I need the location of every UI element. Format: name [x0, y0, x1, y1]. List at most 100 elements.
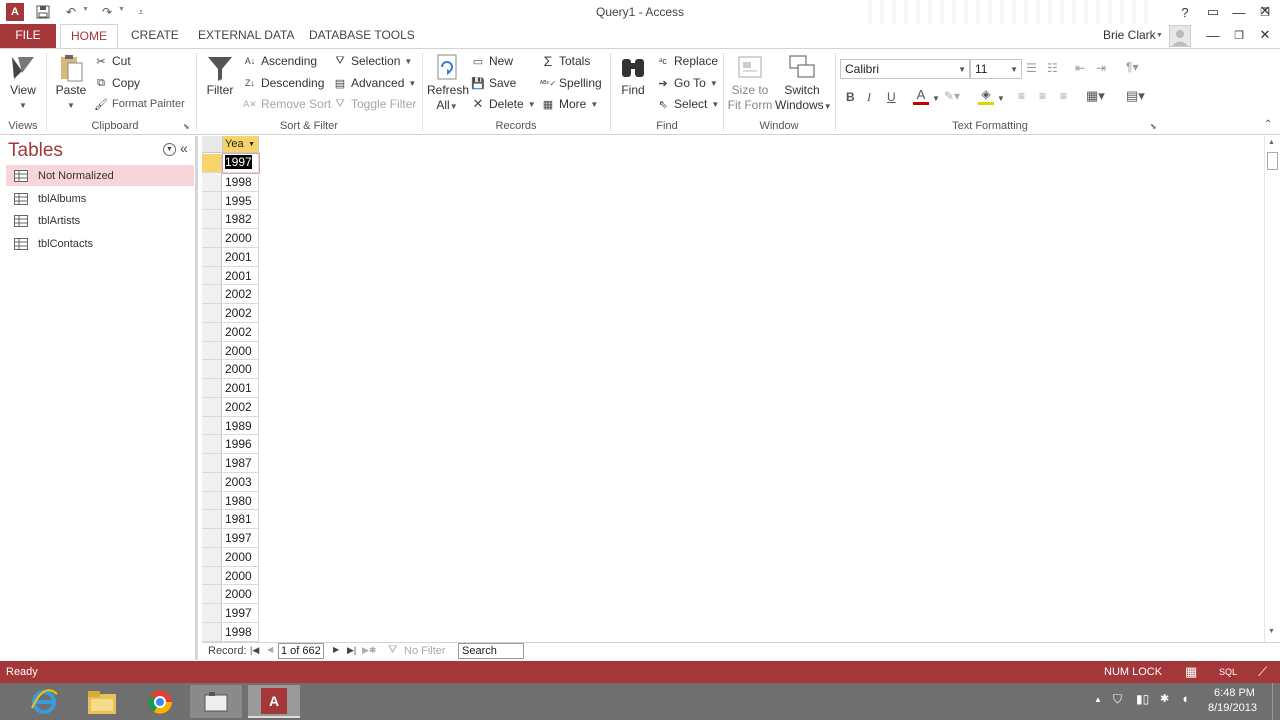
record-selector[interactable]	[202, 491, 222, 511]
record-selector[interactable]	[202, 397, 222, 417]
bold-button[interactable]: B	[846, 90, 855, 104]
no-filter-indicator[interactable]: No Filter	[404, 645, 446, 657]
nav-item-not-normalized[interactable]: Not Normalized	[6, 165, 194, 186]
underline-button[interactable]: U	[887, 90, 896, 104]
record-selector[interactable]	[202, 510, 222, 529]
table-cell-year[interactable]: 1987	[223, 454, 259, 473]
clock-date[interactable]: 8/19/2013	[1208, 702, 1257, 714]
table-cell-year[interactable]: 2000	[223, 547, 259, 567]
table-cell-year[interactable]: 1981	[223, 510, 259, 529]
table-cell-year[interactable]: 2000	[223, 229, 259, 248]
collapse-ribbon-icon[interactable]: ⌃	[1264, 119, 1272, 130]
paste-button[interactable]: Paste ▼	[54, 53, 88, 113]
table-cell-year[interactable]: 1989	[223, 416, 259, 436]
doc-close-icon[interactable]: ✕	[1254, 26, 1276, 44]
size-to-fit-form-button[interactable]: Size to Fit Form	[726, 53, 774, 113]
go-to-button[interactable]: ➔ Go To ▼	[656, 76, 717, 90]
fill-color-dropdown-icon[interactable]: ▼	[997, 94, 1005, 103]
table-cell-year[interactable]: 1997	[222, 153, 260, 174]
clock-time[interactable]: 6:48 PM	[1214, 687, 1255, 699]
numbering-icon[interactable]: ☷	[1047, 61, 1058, 75]
current-record-field[interactable]: 1 of 662	[278, 643, 324, 659]
table-cell-year[interactable]: 2002	[223, 304, 259, 323]
switch-windows-button[interactable]: Switch Windows▼	[775, 53, 832, 114]
font-name-select[interactable]: Calibri ▼	[840, 59, 970, 79]
snipping-tool-icon[interactable]	[190, 685, 242, 718]
network-icon[interactable]: ▮▯	[1136, 692, 1149, 706]
vertical-scrollbar[interactable]: ▲ ▼	[1264, 136, 1280, 642]
alternate-row-color-icon[interactable]: ▤▾	[1126, 88, 1145, 104]
internet-explorer-icon[interactable]	[18, 685, 70, 718]
nav-item-tblcontacts[interactable]: tblContacts	[6, 233, 194, 254]
show-desktop-button[interactable]	[1272, 683, 1280, 720]
highlight-icon[interactable]: ✎▾	[944, 89, 960, 103]
record-selector[interactable]	[202, 229, 222, 248]
font-color-icon[interactable]: A	[913, 87, 929, 105]
record-selector[interactable]	[202, 472, 222, 492]
record-selector[interactable]	[202, 285, 222, 304]
file-explorer-icon[interactable]	[76, 685, 128, 718]
table-cell-year[interactable]: 2000	[223, 585, 259, 604]
filter-button[interactable]: Filter	[203, 53, 237, 98]
gridlines-icon[interactable]: ▦▾	[1086, 88, 1105, 104]
column-sort-dropdown-icon[interactable]: ▼	[248, 141, 255, 148]
scroll-up-icon[interactable]: ▲	[1268, 139, 1275, 146]
sql-view-button[interactable]: SQL	[1219, 667, 1237, 677]
minimize-icon[interactable]: —	[1228, 3, 1250, 21]
new-record-button[interactable]: ▭ New	[471, 54, 513, 68]
table-cell-year[interactable]: 2000	[223, 360, 259, 379]
descending-button[interactable]: Z↓ Descending	[243, 76, 324, 90]
align-left-icon[interactable]: ≡	[1018, 89, 1025, 103]
refresh-all-button[interactable]: Refresh All▼	[427, 53, 469, 114]
table-cell-year[interactable]: 1980	[223, 491, 259, 511]
remove-sort-button[interactable]: A✕ Remove Sort	[243, 97, 331, 111]
table-cell-year[interactable]: 1982	[223, 210, 259, 229]
record-selector[interactable]	[202, 360, 222, 379]
select-button[interactable]: ⇖ Select ▼	[656, 97, 719, 111]
record-selector[interactable]	[202, 210, 222, 229]
record-selector[interactable]	[202, 322, 222, 342]
table-cell-year[interactable]: 1998	[223, 622, 259, 642]
save-record-button[interactable]: 💾 Save	[471, 76, 516, 90]
record-selector[interactable]	[202, 547, 222, 567]
record-selector[interactable]	[202, 247, 222, 267]
doc-restore-icon[interactable]: ❐	[1228, 26, 1250, 44]
record-selector[interactable]	[202, 191, 222, 211]
table-cell-year[interactable]: 2002	[223, 285, 259, 304]
record-selector[interactable]	[202, 454, 222, 473]
record-selector[interactable]	[202, 341, 222, 361]
table-cell-year[interactable]: 2000	[223, 566, 259, 586]
record-selector[interactable]	[202, 379, 222, 398]
record-selector[interactable]	[202, 154, 222, 173]
avatar[interactable]	[1169, 25, 1191, 47]
record-selector[interactable]	[202, 529, 222, 548]
doc-minimize-icon[interactable]: —	[1202, 26, 1224, 44]
view-button[interactable]: View ▼	[4, 53, 42, 113]
tab-file[interactable]: FILE	[0, 24, 56, 48]
record-selector[interactable]	[202, 416, 222, 436]
close-icon[interactable]: ✕	[1254, 2, 1276, 20]
record-selector[interactable]	[202, 172, 222, 192]
spelling-button[interactable]: ᴬᴮᶜ✓ Spelling	[540, 76, 602, 90]
access-taskbar-icon[interactable]: A	[248, 685, 300, 718]
record-selector[interactable]	[202, 435, 222, 454]
first-record-icon[interactable]: |◀	[250, 645, 259, 656]
column-header-year[interactable]: Yea ▼	[223, 136, 259, 153]
font-size-select[interactable]: 11 ▼	[970, 59, 1022, 79]
record-selector[interactable]	[202, 304, 222, 323]
table-cell-year[interactable]: 1998	[223, 172, 259, 192]
more-button[interactable]: ▦ More ▼	[541, 97, 598, 111]
selection-button[interactable]: ⛛ Selection ▼	[333, 54, 412, 68]
fill-color-icon[interactable]: ◈	[978, 87, 994, 105]
copy-button[interactable]: ⧉ Copy	[94, 76, 140, 90]
decrease-indent-icon[interactable]: ⇤	[1075, 61, 1085, 75]
show-hidden-icons[interactable]: ▲	[1094, 695, 1102, 704]
align-right-icon[interactable]: ≡	[1060, 89, 1067, 103]
font-color-dropdown-icon[interactable]: ▼	[932, 94, 940, 103]
align-center-icon[interactable]: ≡	[1039, 89, 1046, 103]
table-cell-year[interactable]: 1996	[223, 435, 259, 454]
delete-record-button[interactable]: ✕ Delete ▼	[471, 96, 536, 111]
totals-button[interactable]: Σ Totals	[541, 53, 591, 69]
select-all-corner[interactable]	[202, 136, 223, 153]
bullets-icon[interactable]: ☰	[1026, 61, 1037, 75]
